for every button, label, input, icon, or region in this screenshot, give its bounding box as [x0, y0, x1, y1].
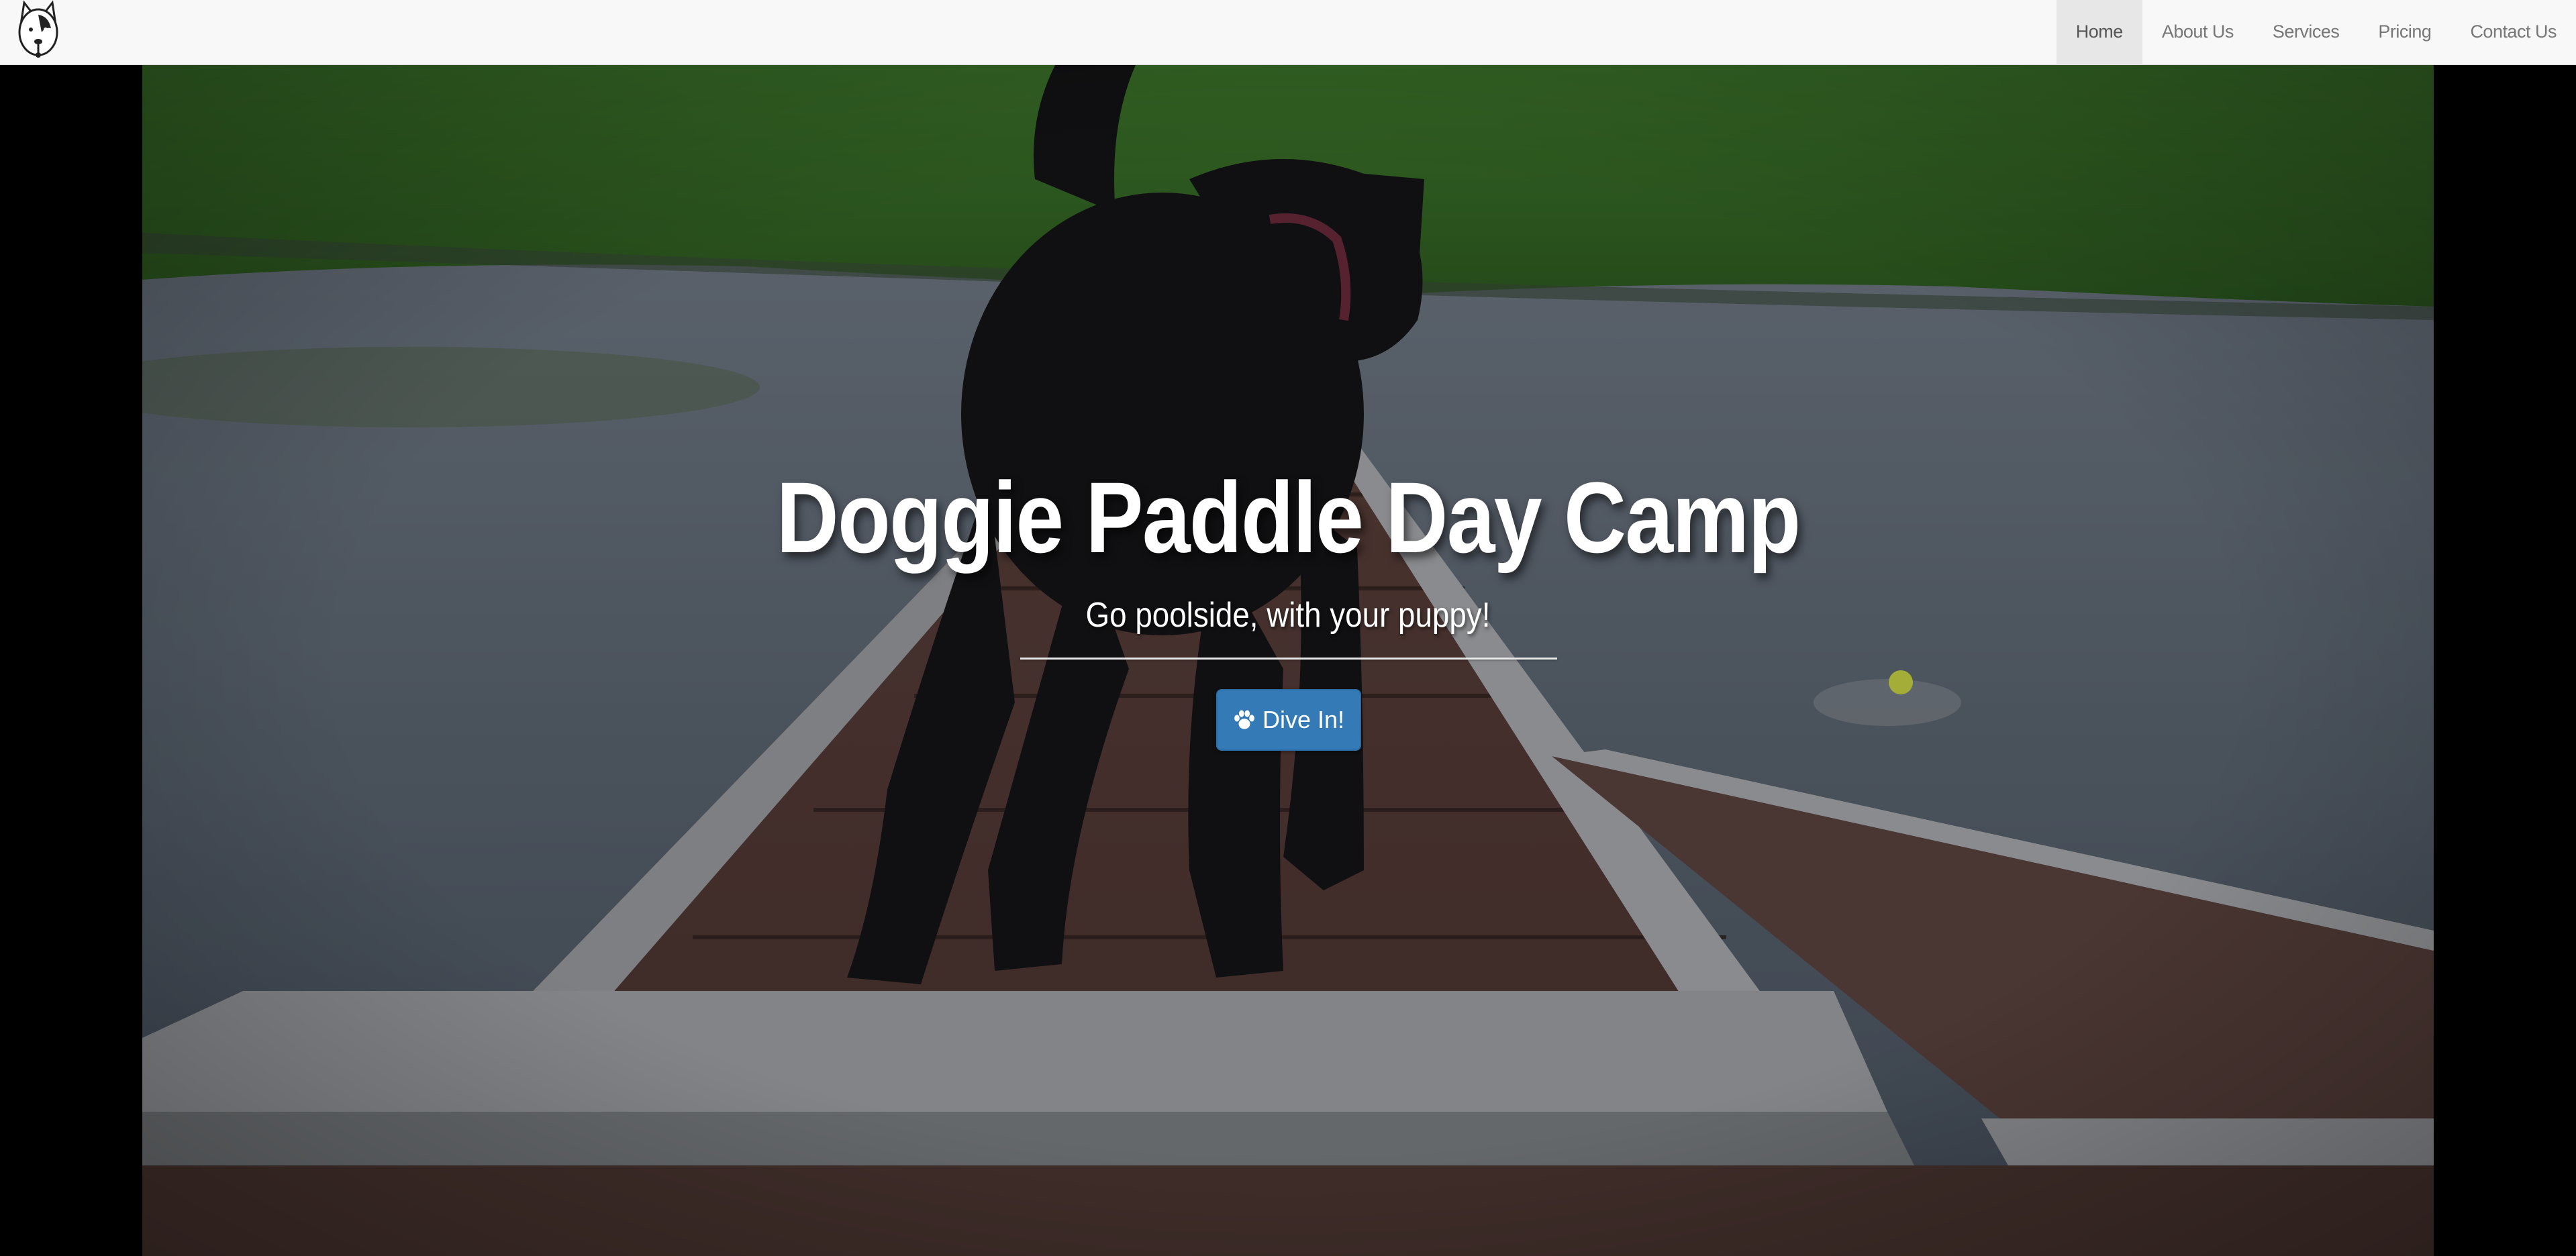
nav-item-home[interactable]: Home: [2056, 0, 2142, 64]
hero-title: Doggie Paddle Day Camp: [776, 461, 1801, 574]
top-navbar: Home About Us Services Pricing Contact U…: [0, 0, 2576, 65]
hero-background-image: [142, 65, 2434, 1256]
hero-divider: [1020, 658, 1557, 660]
nav-item-contact-us[interactable]: Contact Us: [2450, 0, 2576, 64]
hero-section: Doggie Paddle Day Camp Go poolside, with…: [142, 65, 2434, 1256]
husky-logo-icon[interactable]: [15, 0, 62, 62]
hero-subtitle: Go poolside, with your puppy!: [1085, 596, 1491, 635]
nav-menu: Home About Us Services Pricing Contact U…: [2056, 0, 2576, 64]
paw-icon: [1234, 710, 1254, 729]
dive-in-button-label: Dive In!: [1262, 706, 1345, 733]
nav-item-services[interactable]: Services: [2253, 0, 2359, 64]
dive-in-button[interactable]: Dive In!: [1216, 689, 1361, 751]
nav-item-pricing[interactable]: Pricing: [2359, 0, 2450, 64]
nav-item-about-us[interactable]: About Us: [2142, 0, 2253, 64]
